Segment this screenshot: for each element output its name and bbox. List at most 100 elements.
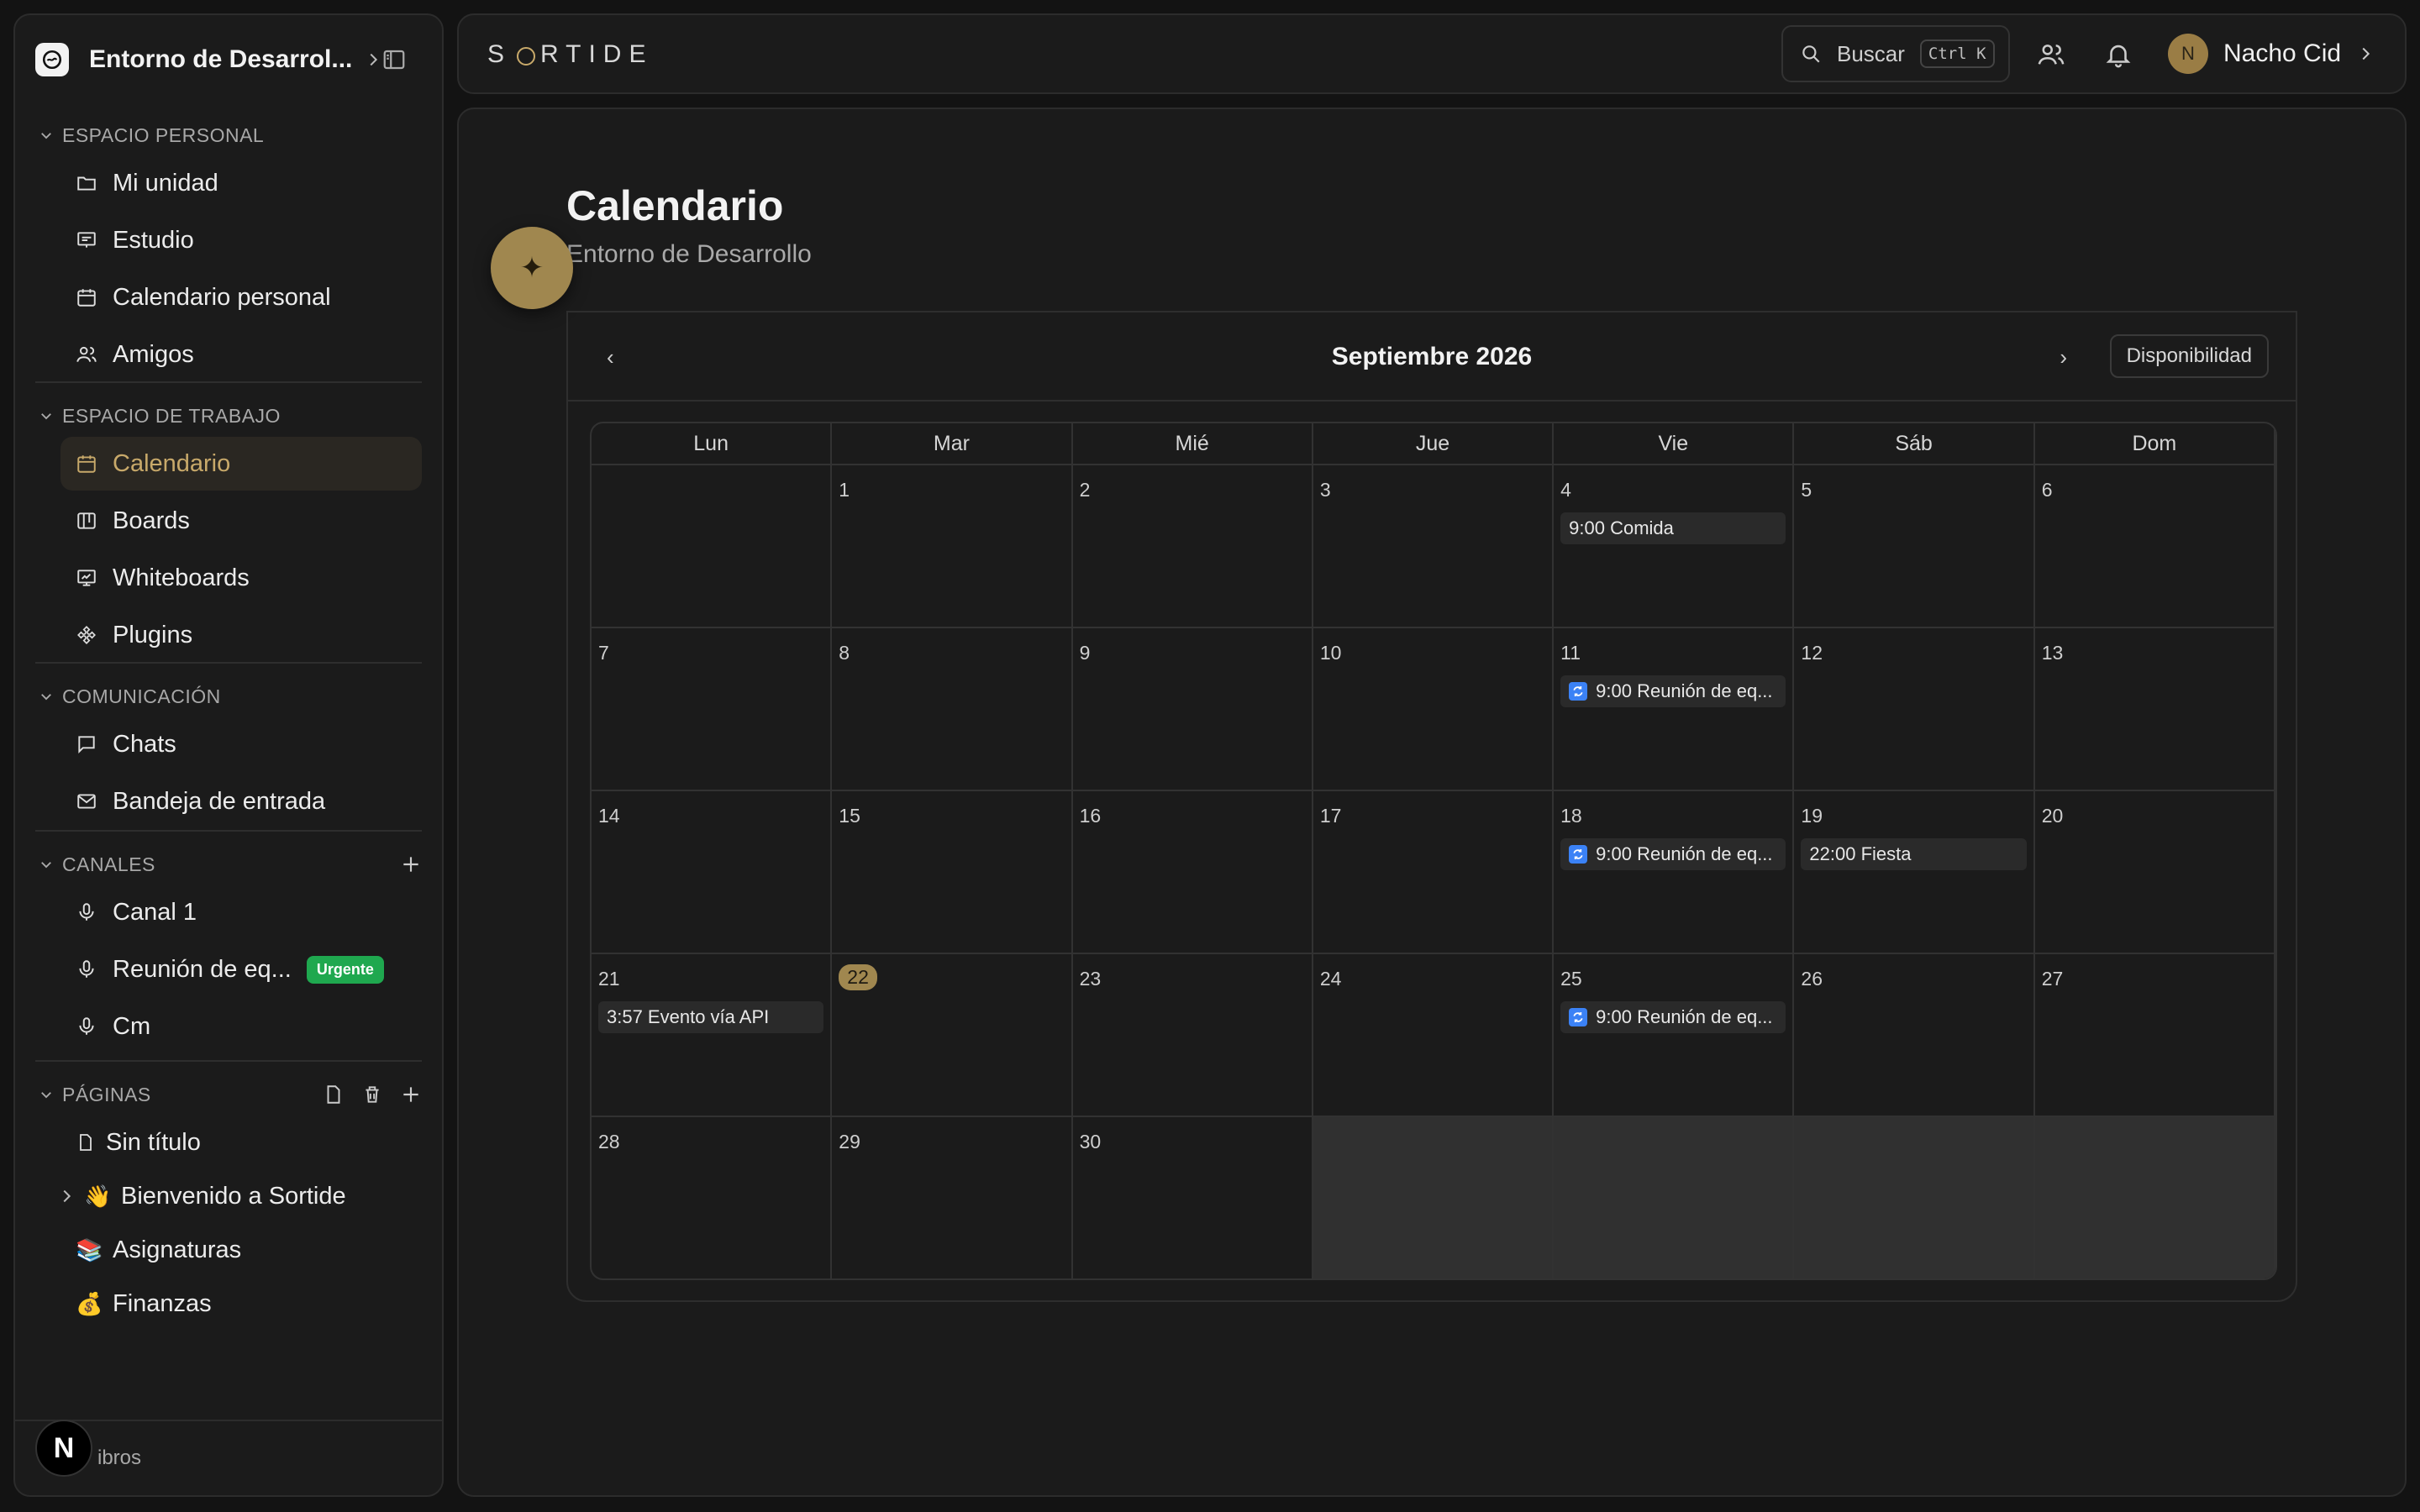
kanban-icon: [77, 512, 96, 529]
chevron-down-icon: [41, 133, 51, 139]
user-menu[interactable]: N Nacho Cid: [2168, 32, 2375, 76]
users-icon[interactable]: [2037, 40, 2065, 69]
empty-day-cell[interactable]: [1313, 1117, 1555, 1278]
day-cell[interactable]: 17: [1313, 791, 1555, 954]
sidebar-item-estudio[interactable]: Estudio: [60, 213, 422, 267]
page-item-label: Sin título: [106, 1128, 201, 1156]
books-icon: 📚: [76, 1236, 103, 1263]
day-cell[interactable]: 20: [2034, 791, 2275, 954]
search-icon: [1802, 45, 1820, 63]
day-cell[interactable]: 21 3:57 Evento vía API: [592, 954, 833, 1117]
sidebar-item-whiteboards[interactable]: Whiteboards: [60, 551, 422, 605]
workspace-switcher[interactable]: Entorno de Desarrol...: [35, 35, 422, 84]
add-page-icon[interactable]: [400, 1084, 422, 1105]
day-cell[interactable]: 23: [1072, 954, 1313, 1117]
page-item-bienvenido[interactable]: 👋 Bienvenido a Sortide: [60, 1169, 422, 1223]
calendar-event[interactable]: 9:00 Reunión de eq...: [1560, 838, 1786, 870]
day-cell[interactable]: 30: [1073, 1117, 1313, 1278]
calendar-event[interactable]: 22:00 Fiesta: [1801, 838, 2027, 870]
sidebar-item-label: Mi unidad: [113, 169, 218, 197]
add-channel-icon[interactable]: [400, 853, 422, 875]
calendar-event[interactable]: 9:00 Reunión de eq...: [1560, 1001, 1786, 1033]
day-cell[interactable]: 14: [592, 791, 833, 954]
ai-assistant-button[interactable]: ✦: [491, 227, 573, 309]
empty-day-cell[interactable]: [1554, 1117, 1795, 1278]
day-cell[interactable]: 29: [832, 1117, 1073, 1278]
empty-day-cell[interactable]: [1794, 1117, 2035, 1278]
day-cell[interactable]: 5: [1794, 465, 2035, 628]
day-cell[interactable]: 26: [1794, 954, 2035, 1117]
day-cell[interactable]: 12: [1794, 628, 2035, 791]
empty-day-cell[interactable]: [592, 465, 833, 628]
sidebar-item-label: Canal 1: [113, 898, 197, 926]
day-cell[interactable]: 15: [832, 791, 1073, 954]
day-cell[interactable]: 3: [1313, 465, 1555, 628]
brand-logo[interactable]: S RTIDE: [487, 40, 653, 69]
page-item-sin-titulo[interactable]: Sin título: [60, 1116, 422, 1169]
day-cell[interactable]: 28: [592, 1117, 833, 1278]
sidebar-item-bandeja[interactable]: Bandeja de entrada: [60, 774, 422, 828]
day-cell[interactable]: 2: [1072, 465, 1313, 628]
sidebar-item-label: Calendario personal: [113, 283, 331, 311]
page-item-asignaturas[interactable]: 📚 Asignaturas: [60, 1223, 422, 1277]
day-cell[interactable]: 13: [2034, 628, 2275, 791]
empty-day-cell[interactable]: [2034, 1117, 2275, 1278]
availability-button[interactable]: Disponibilidad: [2109, 334, 2269, 378]
sidebar-item-chats[interactable]: Chats: [60, 717, 422, 771]
sidebar-item-mi-unidad[interactable]: Mi unidad: [60, 156, 422, 210]
sidebar-toggle-icon[interactable]: [381, 47, 407, 72]
sidebar-item-plugins[interactable]: Plugins: [60, 608, 422, 662]
section-header-pages[interactable]: PÁGINAS: [35, 1074, 422, 1116]
search-label: Buscar: [1837, 40, 1905, 66]
day-cell[interactable]: 6: [2034, 465, 2275, 628]
search-button[interactable]: Buscar Ctrl K: [1781, 25, 2010, 82]
mic-icon: [79, 1017, 94, 1035]
day-cell[interactable]: 1: [832, 465, 1073, 628]
sidebar-item-canal-1[interactable]: Canal 1: [60, 885, 422, 939]
day-cell[interactable]: 16: [1072, 791, 1313, 954]
day-cell[interactable]: 11 9:00 Reunión de eq...: [1554, 628, 1795, 791]
day-cell[interactable]: 19 22:00 Fiesta: [1794, 791, 2035, 954]
section-header-personal[interactable]: ESPACIO PERSONAL: [35, 114, 422, 156]
new-page-icon[interactable]: [323, 1084, 345, 1105]
money-bag-icon: 💰: [76, 1290, 103, 1316]
day-cell[interactable]: 27: [2034, 954, 2275, 1117]
next-month-button[interactable]: ›: [2060, 344, 2067, 370]
section-header-communication[interactable]: COMUNICACIÓN: [35, 675, 422, 717]
day-number: 12: [1801, 642, 1823, 664]
section-header-channels[interactable]: CANALES: [35, 843, 422, 885]
day-cell[interactable]: 9: [1072, 628, 1313, 791]
day-number: 19: [1801, 805, 1823, 827]
sidebar-item-label: Amigos: [113, 340, 194, 368]
day-cell[interactable]: 4 9:00 Comida: [1554, 465, 1795, 628]
day-cell[interactable]: 25 9:00 Reunión de eq...: [1554, 954, 1795, 1117]
day-number: 11: [1560, 642, 1581, 664]
brand-text-left: S: [487, 40, 513, 68]
sidebar-item-cm[interactable]: Cm: [60, 1000, 422, 1053]
section-title: PÁGINAS: [62, 1083, 151, 1105]
event-label: 22:00 Fiesta: [1809, 843, 1912, 864]
sidebar-item-reunion[interactable]: Reunión de eq... Urgente: [60, 942, 422, 996]
day-cell[interactable]: 22: [832, 954, 1073, 1117]
bell-icon[interactable]: [2104, 40, 2133, 69]
footer-link[interactable]: ibros: [97, 1446, 141, 1470]
trash-icon[interactable]: [361, 1084, 383, 1105]
section-header-workspace[interactable]: ESPACIO DE TRABAJO: [35, 395, 422, 437]
page-item-finanzas[interactable]: 💰 Finanzas: [60, 1277, 422, 1331]
sidebar-item-calendario-personal[interactable]: Calendario personal: [60, 270, 422, 324]
sidebar-item-calendario[interactable]: Calendario: [60, 437, 422, 491]
sidebar-item-boards[interactable]: Boards: [60, 494, 422, 548]
sidebar-item-amigos[interactable]: Amigos: [60, 328, 422, 381]
weekday-header: Sáb: [1794, 423, 2035, 465]
day-cell[interactable]: 18 9:00 Reunión de eq...: [1554, 791, 1795, 954]
day-cell[interactable]: 10: [1313, 628, 1555, 791]
day-number: 13: [2041, 642, 2064, 664]
calendar-event[interactable]: 3:57 Evento vía API: [598, 1001, 824, 1033]
calendar-event[interactable]: 9:00 Reunión de eq...: [1560, 675, 1786, 707]
dev-badge[interactable]: N: [35, 1420, 92, 1477]
day-cell[interactable]: 7: [592, 628, 833, 791]
chevron-right-icon[interactable]: [57, 1187, 76, 1205]
day-cell[interactable]: 24: [1313, 954, 1555, 1117]
day-cell[interactable]: 8: [832, 628, 1073, 791]
calendar-event[interactable]: 9:00 Comida: [1560, 512, 1786, 544]
